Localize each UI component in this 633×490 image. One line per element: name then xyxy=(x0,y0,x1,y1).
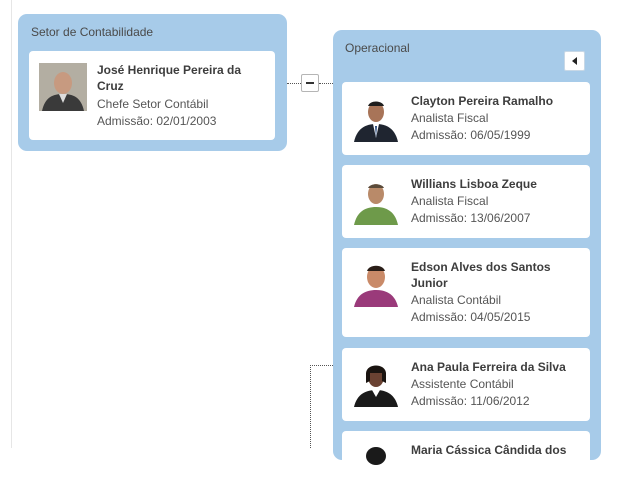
employee-name: Willians Lisboa Zeque xyxy=(411,177,537,191)
employee-role: Chefe Setor Contábil xyxy=(97,97,209,111)
employee-photo xyxy=(352,259,400,307)
employee-name: José Henrique Pereira da xyxy=(97,63,242,77)
employee-name: Ana Paula Ferreira da Silva xyxy=(411,360,566,374)
employee-name: Edson Alves dos Santos xyxy=(411,260,551,274)
employee-admission: Admissão: 02/01/2003 xyxy=(97,114,217,128)
employee-role: Analista Contábil xyxy=(411,293,502,307)
employee-card[interactable]: Edson Alves dos Santos Junior Analista C… xyxy=(342,248,590,337)
toggle-panel-button[interactable] xyxy=(564,51,585,71)
employee-name: Maria Cássica Cândida dos xyxy=(411,443,567,457)
connector-line xyxy=(287,83,301,84)
department-panel-contabilidade: Setor de Contabilidade José Henrique Per… xyxy=(18,14,287,151)
employee-card[interactable]: Clayton Pereira Ramalho Analista Fiscal … xyxy=(342,82,590,155)
page-divider xyxy=(11,0,12,448)
employee-admission: Admissão: 06/05/1999 xyxy=(411,128,531,142)
connector-line xyxy=(310,365,311,448)
employee-photo xyxy=(352,359,400,407)
department-title: Operacional xyxy=(345,41,410,55)
employee-name: Clayton Pereira Ramalho xyxy=(411,94,554,108)
employee-role: Analista Fiscal xyxy=(411,111,489,125)
employee-photo xyxy=(352,94,400,142)
employee-card[interactable]: Willians Lisboa Zeque Analista Fiscal Ad… xyxy=(342,165,590,238)
employee-name-cont: Cruz xyxy=(97,79,124,93)
employee-photo xyxy=(352,442,400,490)
employee-card[interactable]: Maria Cássica Cândida dos xyxy=(342,431,590,490)
minus-icon xyxy=(306,82,314,84)
employee-role: Analista Fiscal xyxy=(411,194,489,208)
triangle-left-icon xyxy=(572,57,577,65)
department-title: Setor de Contabilidade xyxy=(31,25,154,39)
employee-card[interactable]: José Henrique Pereira da Cruz Chefe Seto… xyxy=(29,51,275,140)
collapse-button[interactable] xyxy=(301,74,319,92)
employee-admission: Admissão: 04/05/2015 xyxy=(411,310,531,324)
employee-card[interactable]: Ana Paula Ferreira da Silva Assistente C… xyxy=(342,348,590,421)
employee-admission: Admissão: 11/06/2012 xyxy=(411,394,530,408)
employee-role: Assistente Contábil xyxy=(411,377,514,391)
employee-photo xyxy=(39,63,87,111)
employee-admission: Admissão: 13/06/2007 xyxy=(411,211,531,225)
connector-line xyxy=(319,83,333,84)
employee-name-cont: Junior xyxy=(411,276,448,290)
connector-line xyxy=(310,365,333,366)
employee-photo xyxy=(352,177,400,225)
